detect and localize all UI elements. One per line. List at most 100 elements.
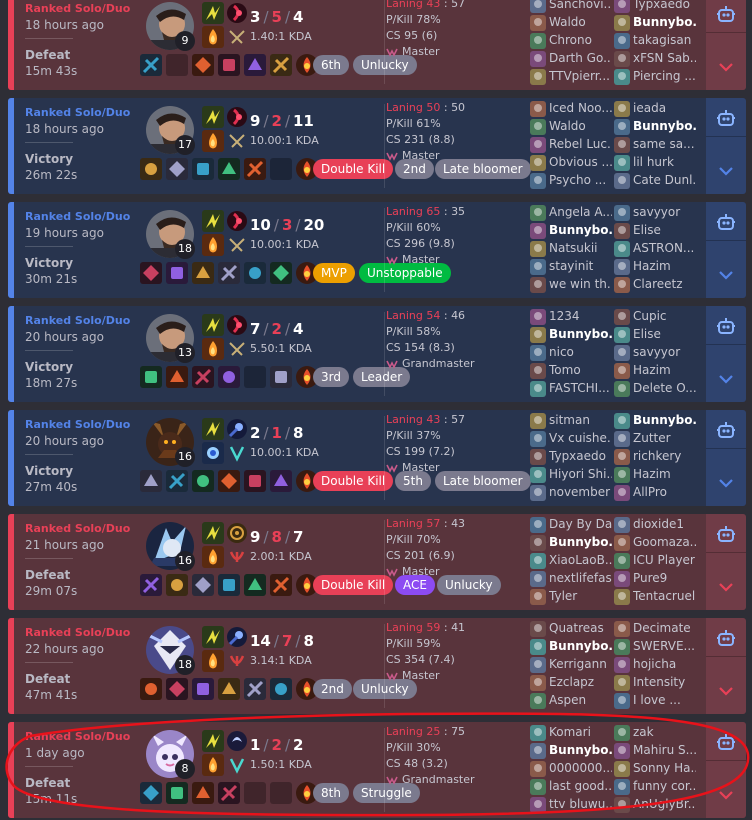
red-team-player[interactable]: AllPro xyxy=(614,484,700,502)
red-team-player[interactable]: Elise xyxy=(614,326,700,344)
summoner-spell-ignite-icon[interactable] xyxy=(202,546,224,568)
ai-bot-icon[interactable] xyxy=(714,106,738,130)
summoner-spell-ignite-icon[interactable] xyxy=(202,650,224,672)
red-team-player[interactable]: Hazim xyxy=(614,258,700,276)
item-icon[interactable] xyxy=(244,678,266,700)
secondary-rune-inspiration-icon[interactable] xyxy=(226,442,248,464)
secondary-rune-domination-icon[interactable] xyxy=(226,26,248,48)
chevron-down-icon[interactable] xyxy=(716,476,736,490)
blue-team-player[interactable]: Natsukii xyxy=(530,240,612,258)
red-team-player[interactable]: Zutter xyxy=(614,430,700,448)
item-icon[interactable] xyxy=(166,366,188,388)
red-team-player[interactable]: same sa... xyxy=(614,136,700,154)
summoner-spell-flash-icon[interactable] xyxy=(202,210,224,232)
blue-team-player[interactable]: Aspen xyxy=(530,692,612,710)
blue-team-player[interactable]: Waldo xyxy=(530,118,612,136)
blue-team-player[interactable]: nico xyxy=(530,344,612,362)
chevron-down-icon[interactable] xyxy=(716,372,736,386)
blue-team-player[interactable]: Tyler xyxy=(530,588,612,606)
red-team-player[interactable]: Goomaza... xyxy=(614,534,700,552)
blue-team-player[interactable]: Quatreas xyxy=(530,620,612,638)
red-team-player[interactable]: dioxide1 xyxy=(614,516,700,534)
summoner-spell-ignite-icon[interactable] xyxy=(202,130,224,152)
chevron-down-icon[interactable] xyxy=(716,580,736,594)
red-team-player[interactable]: Decimate xyxy=(614,620,700,638)
red-team-player[interactable]: Hazim xyxy=(614,362,700,380)
keystone-rune-electrocute-icon[interactable] xyxy=(226,210,248,232)
item-icon[interactable] xyxy=(270,262,292,284)
red-team-player[interactable]: Bunnybo... xyxy=(614,412,700,430)
match-card[interactable]: Ranked Solo/Duo 18 hours ago Defeat 15m 43s… xyxy=(8,0,746,90)
match-card[interactable]: Ranked Solo/Duo 20 hours ago Victory 18m 27… xyxy=(8,306,746,402)
item-icon[interactable] xyxy=(218,262,240,284)
red-team-player[interactable]: Bunnybo... xyxy=(614,14,700,32)
item-icon[interactable] xyxy=(270,574,292,596)
blue-team-player[interactable]: Rebel Luc... xyxy=(530,136,612,154)
item-icon[interactable] xyxy=(244,262,266,284)
red-team-player[interactable]: Sonny Ha... xyxy=(614,760,700,778)
ai-bot-icon[interactable] xyxy=(714,210,738,234)
red-team-player[interactable]: Intensity xyxy=(614,674,700,692)
summoner-spell-ignite-icon[interactable] xyxy=(202,338,224,360)
match-card[interactable]: Ranked Solo/Duo 22 hours ago Defeat 47m 41s… xyxy=(8,618,746,714)
blue-team-player[interactable]: Sanchovi... xyxy=(530,0,612,14)
chevron-down-icon[interactable] xyxy=(716,60,736,74)
item-icon[interactable] xyxy=(166,678,188,700)
blue-team-player[interactable]: Komari xyxy=(530,724,612,742)
item-icon[interactable] xyxy=(218,470,240,492)
blue-team-player[interactable]: last good... xyxy=(530,778,612,796)
item-icon[interactable] xyxy=(140,158,162,180)
blue-team-player[interactable]: nextlifefast xyxy=(530,570,612,588)
item-icon[interactable] xyxy=(140,262,162,284)
match-card[interactable]: Ranked Solo/Duo 1 day ago Defeat 15m 11s 8 1/… xyxy=(8,722,746,818)
item-icon[interactable] xyxy=(140,574,162,596)
item-icon[interactable] xyxy=(270,366,292,388)
item-icon[interactable] xyxy=(270,54,292,76)
red-team-player[interactable]: Delete O... xyxy=(614,380,700,398)
blue-team-player[interactable]: Psycho ... xyxy=(530,172,612,190)
red-team-player[interactable]: hojicha xyxy=(614,656,700,674)
blue-team-player[interactable]: Bunnybo... xyxy=(530,222,612,240)
item-icon[interactable] xyxy=(192,54,214,76)
ai-bot-icon[interactable] xyxy=(714,2,738,26)
red-team-player[interactable]: Elise xyxy=(614,222,700,240)
red-team-player[interactable]: Tentacruel xyxy=(614,588,700,606)
red-team-player[interactable]: Clareetz xyxy=(614,276,700,294)
summoner-spell-flash-icon[interactable] xyxy=(202,418,224,440)
red-team-player[interactable]: savyyor xyxy=(614,204,700,222)
keystone-rune-electrocute-icon[interactable] xyxy=(226,314,248,336)
item-icon[interactable] xyxy=(244,158,266,180)
blue-team-player[interactable]: Typxaedo xyxy=(530,448,612,466)
blue-team-player[interactable]: Iced Noo... xyxy=(530,100,612,118)
keystone-rune-grasp-icon[interactable] xyxy=(226,522,248,544)
ai-bot-icon[interactable] xyxy=(714,522,738,546)
red-team-player[interactable]: ICU Player xyxy=(614,552,700,570)
item-icon[interactable] xyxy=(218,574,240,596)
item-icon[interactable] xyxy=(140,54,162,76)
chevron-down-icon[interactable] xyxy=(716,788,736,802)
match-card[interactable]: Ranked Solo/Duo 18 hours ago Victory 26m 22… xyxy=(8,98,746,194)
item-icon[interactable] xyxy=(192,574,214,596)
summoner-spell-ignite-icon[interactable] xyxy=(202,754,224,776)
blue-team-player[interactable]: Chrono xyxy=(530,32,612,50)
match-card[interactable]: Ranked Solo/Duo 19 hours ago Victory 30m 21… xyxy=(8,202,746,298)
summoner-spell-flash-icon[interactable] xyxy=(202,106,224,128)
item-icon[interactable] xyxy=(166,470,188,492)
keystone-rune-aery-icon[interactable] xyxy=(226,730,248,752)
blue-team-player[interactable]: Kerrigann xyxy=(530,656,612,674)
item-icon[interactable] xyxy=(192,678,214,700)
ai-bot-icon[interactable] xyxy=(714,626,738,650)
secondary-rune-domination-icon[interactable] xyxy=(226,338,248,360)
item-icon[interactable] xyxy=(192,782,214,804)
summoner-spell-flash-icon[interactable] xyxy=(202,730,224,752)
red-team-player[interactable]: Typxaedo xyxy=(614,0,700,14)
red-team-player[interactable]: Pure9 xyxy=(614,570,700,588)
blue-team-player[interactable]: Bunnybo... xyxy=(530,326,612,344)
summoner-spell-flash-icon[interactable] xyxy=(202,314,224,336)
ai-bot-icon[interactable] xyxy=(714,730,738,754)
red-team-player[interactable]: Mahiru S... xyxy=(614,742,700,760)
red-team-player[interactable]: Piercing ... xyxy=(614,68,700,86)
item-icon[interactable] xyxy=(166,158,188,180)
summoner-spell-ignite-icon[interactable] xyxy=(202,234,224,256)
blue-team-player[interactable]: Ezclapz xyxy=(530,674,612,692)
